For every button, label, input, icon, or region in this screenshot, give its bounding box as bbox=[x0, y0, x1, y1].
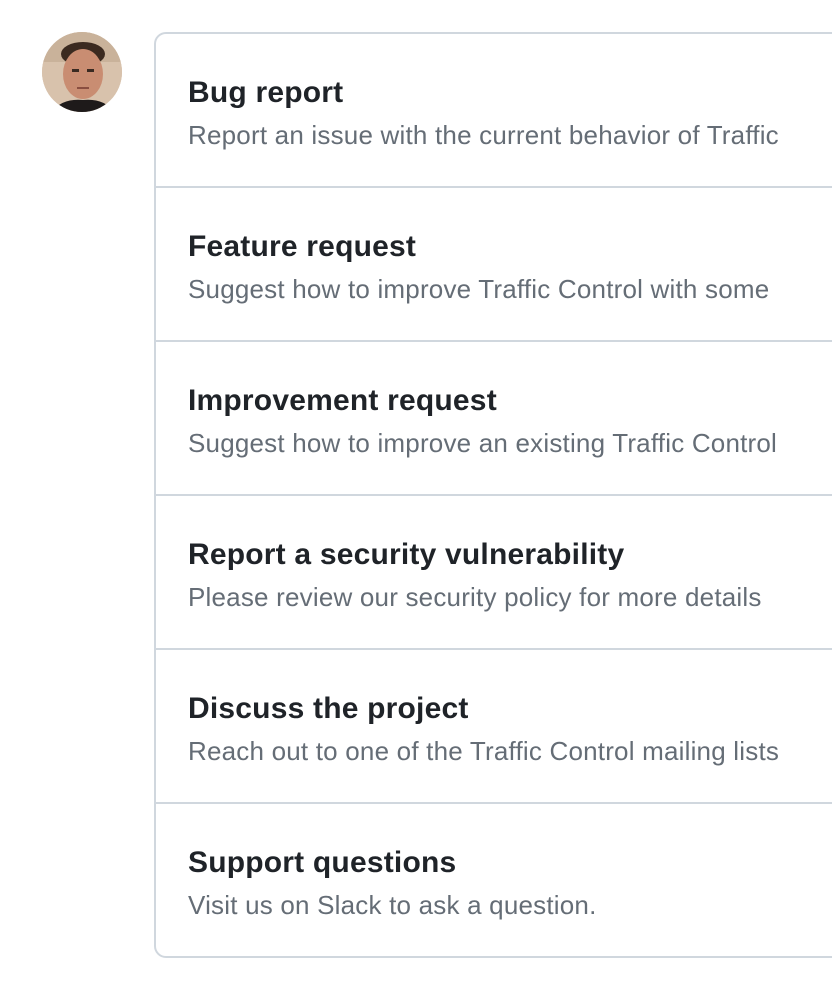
option-title: Discuss the project bbox=[188, 692, 469, 725]
option-improvement-request[interactable]: Improvement request Suggest how to impro… bbox=[156, 342, 832, 496]
option-description: Reach out to one of the Traffic Control … bbox=[188, 736, 780, 766]
option-title: Support questions bbox=[188, 846, 457, 879]
option-description: Report an issue with the current behavio… bbox=[188, 120, 779, 150]
option-support-questions[interactable]: Support questions Visit us on Slack to a… bbox=[156, 804, 832, 956]
issue-template-list: Bug report Report an issue with the curr… bbox=[154, 32, 832, 958]
option-description: Visit us on Slack to ask a question. bbox=[188, 890, 597, 920]
user-avatar[interactable] bbox=[42, 32, 122, 112]
option-title: Feature request bbox=[188, 230, 417, 263]
option-feature-request[interactable]: Feature request Suggest how to improve T… bbox=[156, 188, 832, 342]
option-description: Please review our security policy for mo… bbox=[188, 582, 762, 612]
option-title: Bug report bbox=[188, 76, 344, 109]
option-security-vulnerability[interactable]: Report a security vulnerability Please r… bbox=[156, 496, 832, 650]
avatar-photo-icon bbox=[42, 32, 122, 112]
option-title: Improvement request bbox=[188, 384, 497, 417]
option-title: Report a security vulnerability bbox=[188, 538, 625, 571]
option-description: Suggest how to improve Traffic Control w… bbox=[188, 274, 770, 304]
option-description: Suggest how to improve an existing Traff… bbox=[188, 428, 778, 458]
option-bug-report[interactable]: Bug report Report an issue with the curr… bbox=[156, 34, 832, 188]
option-discuss-project[interactable]: Discuss the project Reach out to one of … bbox=[156, 650, 832, 804]
